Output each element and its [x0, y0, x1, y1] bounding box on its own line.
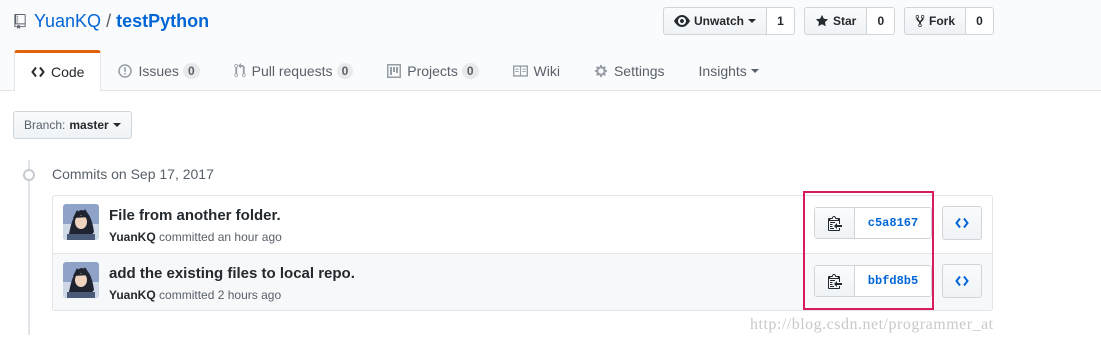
fork-group: Fork 0	[904, 7, 995, 35]
clipboard-icon	[827, 274, 842, 289]
commit-meta: YuanKQ committed an hour ago	[109, 230, 282, 244]
copy-sha-button[interactable]	[815, 208, 855, 238]
star-icon	[815, 14, 829, 27]
star-label: Star	[833, 14, 857, 28]
commit-verb: committed	[159, 230, 215, 244]
pull-request-icon	[234, 63, 246, 78]
stargazers-count[interactable]: 0	[867, 7, 896, 35]
code-icon	[955, 217, 969, 229]
watchers-count[interactable]: 1	[767, 7, 796, 35]
commit-meta: YuanKQ committed 2 hours ago	[109, 288, 281, 302]
timeline-line	[28, 160, 30, 335]
eye-icon	[674, 15, 690, 27]
chevron-down-icon	[112, 123, 121, 127]
tab-pull-requests-label: Pull requests	[251, 62, 333, 79]
repo-header: YuanKQ / testPython Unwatch 1 Star 0 For…	[0, 0, 1101, 92]
clipboard-icon	[827, 216, 842, 231]
watermark-text: http://blog.csdn.net/programmer_at	[750, 316, 994, 333]
tab-wiki-label: Wiki	[533, 62, 560, 79]
repo-nav-tabs: Code Issues 0 Pull requests 0 Projects 0…	[14, 50, 776, 92]
issues-counter: 0	[182, 62, 200, 79]
code-icon	[955, 275, 969, 287]
forks-count[interactable]: 0	[966, 7, 995, 35]
unwatch-label: Unwatch	[694, 14, 745, 28]
repo-name-link[interactable]: testPython	[116, 11, 209, 32]
chevron-down-icon	[750, 68, 759, 73]
commits-date-heading: Commits on Sep 17, 2017	[52, 166, 214, 182]
tab-wiki[interactable]: Wiki	[496, 50, 577, 91]
tab-projects-label: Projects	[407, 62, 458, 79]
tab-settings-label: Settings	[613, 62, 665, 79]
code-icon	[31, 66, 45, 78]
commit-row: File from another folder. YuanKQ committ…	[53, 196, 992, 253]
commit-time: an hour ago	[217, 230, 282, 244]
tab-code[interactable]: Code	[14, 50, 102, 92]
browse-files-button[interactable]	[942, 206, 982, 240]
chevron-down-icon	[748, 19, 757, 23]
commit-row: add the existing files to local repo. Yu…	[53, 253, 992, 310]
repo-icon	[14, 13, 26, 29]
issue-icon	[118, 63, 133, 78]
commit-list: File from another folder. YuanKQ committ…	[52, 195, 993, 311]
tab-settings[interactable]: Settings	[577, 50, 682, 91]
tab-projects[interactable]: Projects 0	[370, 50, 495, 91]
tab-issues-label: Issues	[138, 62, 179, 79]
fork-icon	[915, 14, 925, 28]
commit-message-link[interactable]: File from another folder.	[109, 207, 281, 224]
commit-time: 2 hours ago	[217, 288, 282, 302]
gear-icon	[594, 64, 608, 77]
copy-sha-button[interactable]	[815, 266, 855, 296]
star-button[interactable]: Star	[804, 7, 868, 35]
star-group: Star 0	[804, 7, 896, 35]
branch-label: Branch:	[24, 118, 66, 132]
repo-separator: /	[106, 10, 112, 31]
avatar-image	[63, 262, 99, 298]
avatar-image	[63, 204, 99, 240]
browse-files-button[interactable]	[942, 264, 982, 298]
unwatch-button[interactable]: Unwatch	[663, 7, 768, 35]
sha-group: c5a8167	[814, 207, 932, 239]
repo-owner-link[interactable]: YuanKQ	[34, 11, 101, 32]
tab-pull-requests[interactable]: Pull requests 0	[217, 50, 371, 91]
project-icon	[387, 63, 402, 78]
author-avatar[interactable]	[63, 204, 99, 240]
fork-label: Fork	[929, 14, 956, 28]
commit-author-link[interactable]: YuanKQ	[109, 230, 156, 244]
commit-group-icon	[23, 169, 35, 181]
commit-message-link[interactable]: add the existing files to local repo.	[109, 265, 355, 282]
commit-verb: committed	[159, 288, 215, 302]
pull-requests-counter: 0	[336, 62, 354, 79]
tab-insights-label: Insights	[698, 62, 747, 79]
watch-group: Unwatch 1	[663, 7, 796, 35]
author-avatar[interactable]	[63, 262, 99, 298]
branch-value: master	[69, 118, 109, 132]
book-icon	[512, 64, 528, 77]
commit-author-link[interactable]: YuanKQ	[109, 288, 156, 302]
tab-issues[interactable]: Issues 0	[101, 50, 216, 91]
repo-title: YuanKQ / testPython	[14, 9, 209, 33]
branch-select-button[interactable]: Branch: master	[13, 111, 132, 139]
sha-group: bbfd8b5	[814, 265, 932, 297]
tab-insights[interactable]: Insights	[682, 50, 776, 91]
commit-sha-link[interactable]: bbfd8b5	[855, 266, 931, 296]
commit-sha-link[interactable]: c5a8167	[855, 208, 931, 238]
projects-counter: 0	[461, 62, 479, 79]
fork-button[interactable]: Fork	[904, 7, 967, 35]
tab-code-label: Code	[51, 64, 85, 80]
